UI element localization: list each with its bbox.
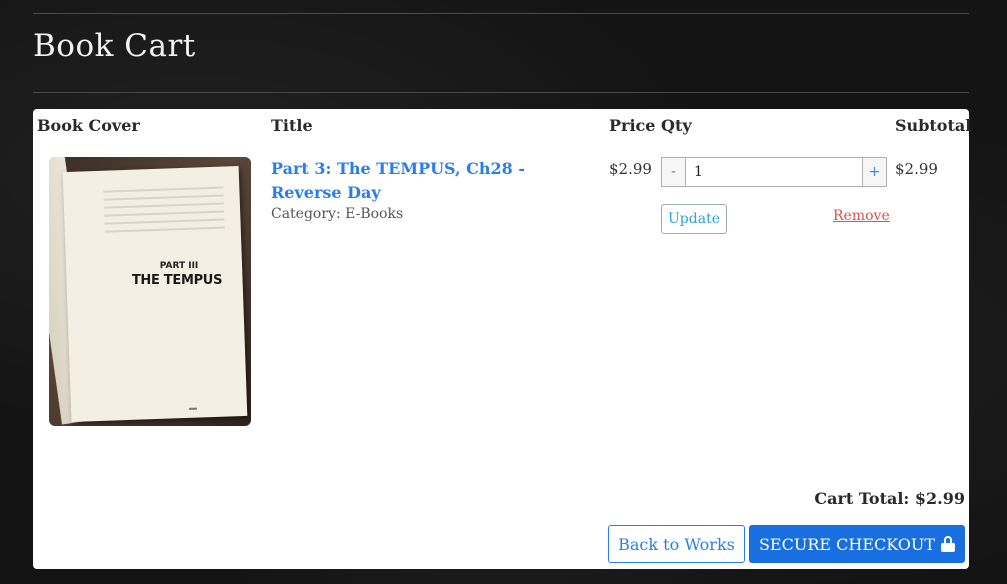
lock-icon xyxy=(941,536,956,552)
book-cover-image: PART III THE TEMPUS xyxy=(49,157,251,426)
header-subtotal: Subtotal xyxy=(895,116,972,135)
quantity-stepper: - + xyxy=(661,157,887,187)
header-book-cover: Book Cover xyxy=(37,116,140,135)
cover-part-label: PART III xyxy=(159,261,199,271)
remove-link[interactable]: Remove xyxy=(833,208,890,224)
header-price: Price xyxy=(609,116,656,135)
qty-increment-button[interactable]: + xyxy=(862,157,887,187)
cart-panel: Book Cover Title Price Qty Subtotal PART… xyxy=(33,109,972,569)
update-button[interactable]: Update xyxy=(661,204,727,234)
checkout-label: SECURE CHECKOUT xyxy=(758,534,936,554)
book-text-lines xyxy=(103,186,225,239)
header-title: Title xyxy=(271,116,313,135)
header-qty: Qty xyxy=(661,116,692,135)
item-price: $2.99 xyxy=(609,160,652,178)
qty-input[interactable] xyxy=(686,158,862,186)
back-to-works-button[interactable]: Back to Works xyxy=(608,525,745,563)
title-divider xyxy=(33,92,969,93)
item-title-link[interactable]: Part 3: The TEMPUS, Ch28 - Reverse Day xyxy=(271,157,591,205)
qty-decrement-button[interactable]: - xyxy=(661,157,686,187)
cart-total: Cart Total: $2.99 xyxy=(814,489,965,508)
page-title: Book Cart xyxy=(33,28,196,64)
book-page-number xyxy=(188,407,198,410)
cover-book-title: THE TEMPUS xyxy=(131,273,223,288)
book-right-page xyxy=(62,166,248,422)
top-divider xyxy=(33,13,969,14)
item-subtotal: $2.99 xyxy=(895,160,938,178)
item-category: Category: E-Books xyxy=(271,206,404,222)
secure-checkout-button[interactable]: SECURE CHECKOUT xyxy=(749,525,965,563)
